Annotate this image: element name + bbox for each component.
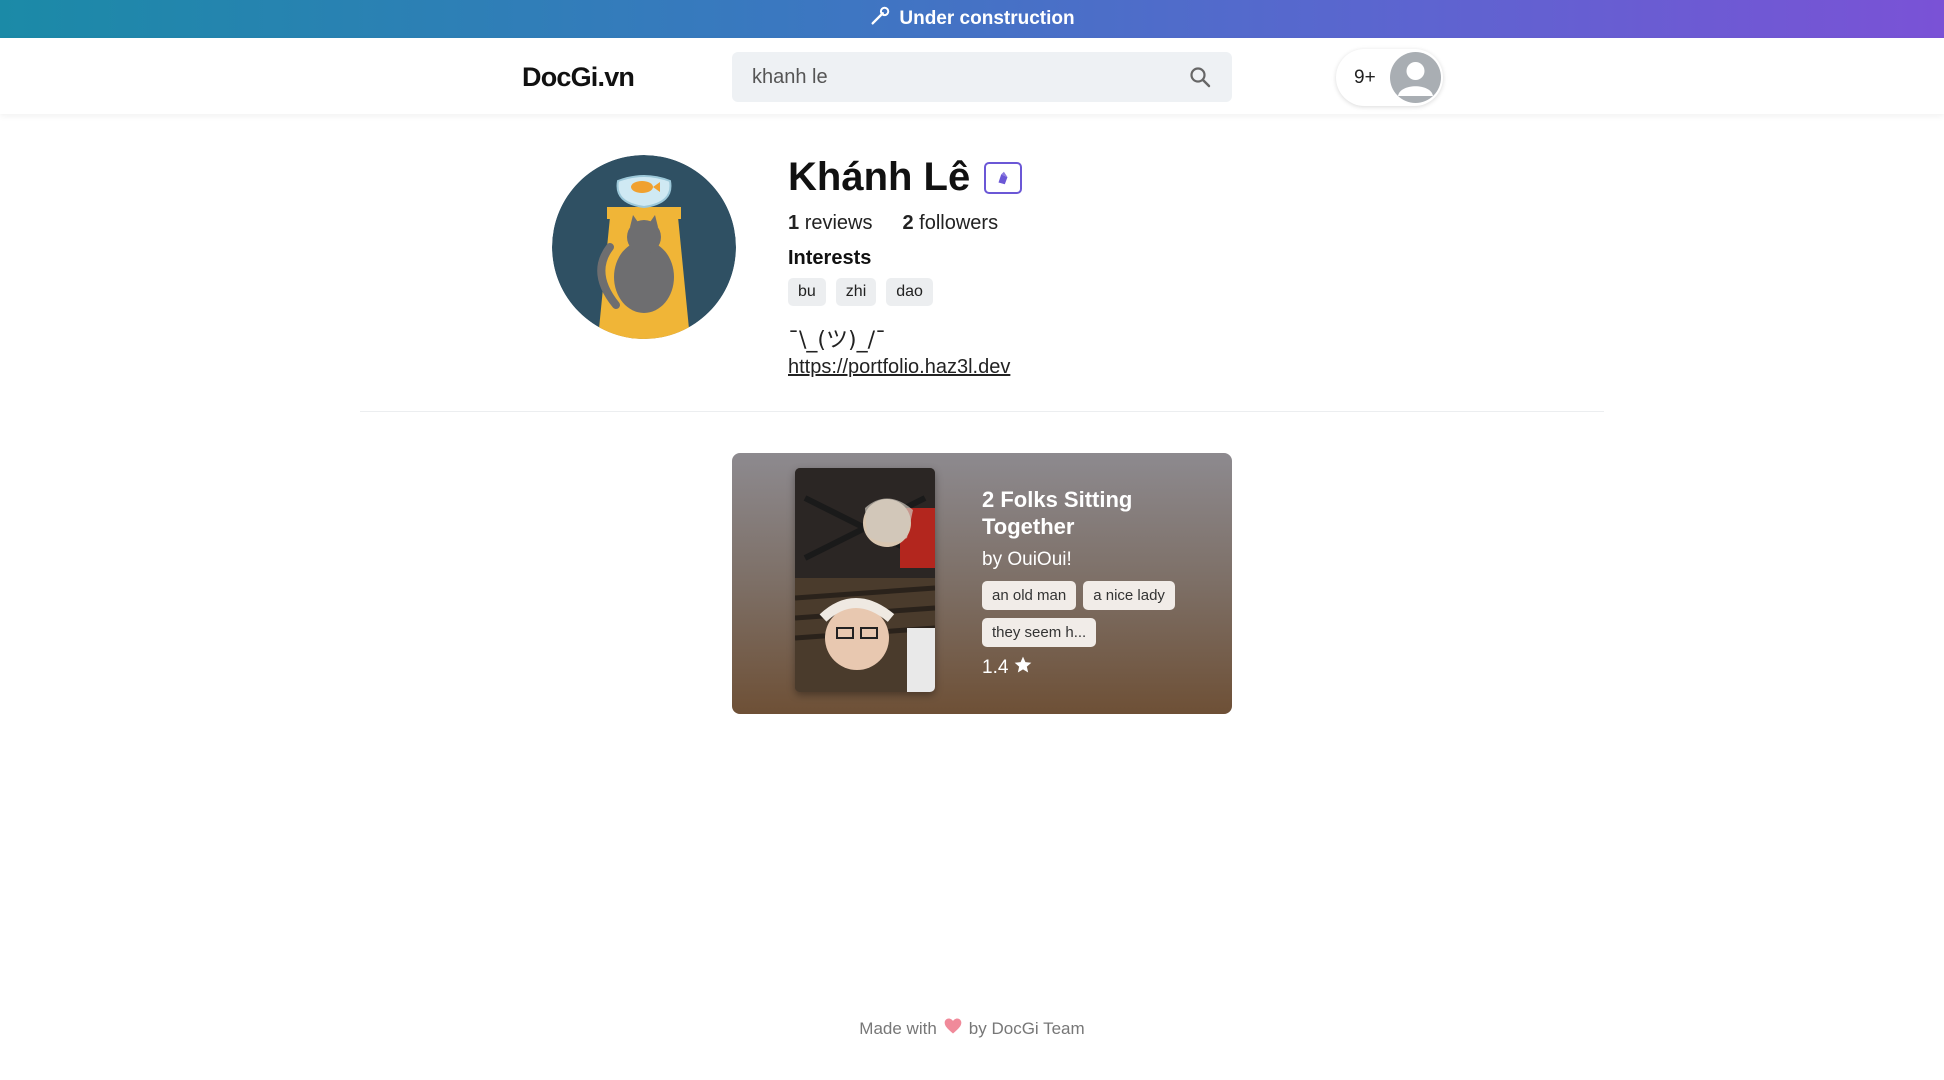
review-tag[interactable]: an old man: [982, 581, 1077, 610]
star-icon: [1013, 655, 1033, 681]
search-bar: [732, 52, 1232, 102]
review-tag[interactable]: they seem h...: [982, 618, 1097, 647]
reviews-stat[interactable]: 1 reviews: [788, 212, 872, 235]
reviews-label: reviews: [804, 212, 873, 234]
profile-name: Khánh Lê: [788, 155, 971, 199]
review-title[interactable]: 2 Folks Sitting Together: [982, 486, 1202, 540]
review-card[interactable]: 2 Folks Sitting Together by OuiOui! an o…: [732, 453, 1232, 714]
banner-text: Under construction: [899, 8, 1075, 29]
interest-tag[interactable]: bu: [788, 278, 826, 306]
footer-prefix: Made with: [859, 1018, 937, 1038]
wrench-icon: [869, 5, 891, 33]
profile-name-row: Khánh Lê: [788, 155, 1023, 200]
interest-tag[interactable]: dao: [886, 278, 933, 306]
rating-value: 1.4: [982, 657, 1009, 678]
profile-stats: 1 reviews 2 followers: [788, 212, 998, 235]
interest-tag[interactable]: zhi: [835, 278, 877, 306]
book-cover-image: [795, 468, 935, 692]
profile-avatar: [552, 155, 736, 339]
interests-heading: Interests: [788, 247, 872, 269]
profile-bio: ¯\_(ツ)_/¯: [788, 328, 886, 353]
section-divider: [360, 411, 1604, 412]
review-tag[interactable]: a nice lady: [1083, 581, 1175, 610]
top-header: DocGi.vn 9+: [0, 38, 1944, 114]
search-input[interactable]: [752, 65, 1188, 89]
search-icon[interactable]: [1188, 65, 1212, 89]
followers-stat[interactable]: 2 followers: [902, 212, 998, 235]
portfolio-link[interactable]: https://portfolio.haz3l.dev: [788, 356, 1010, 379]
interest-tags: bu zhi dao: [788, 278, 933, 306]
review-rating: 1.4: [982, 655, 1033, 681]
pen-badge-icon: [984, 161, 1023, 194]
user-avatar-icon: [1390, 52, 1441, 103]
review-author: by OuiOui!: [982, 549, 1072, 570]
followers-label: followers: [919, 212, 999, 234]
user-menu-button[interactable]: 9+: [1336, 49, 1443, 106]
reviews-count: 1: [788, 212, 800, 234]
review-tags: an old man a nice lady they seem h...: [982, 581, 1212, 647]
construction-banner: Under construction: [0, 0, 1944, 38]
footer: Made with by DocGi Team: [0, 1016, 1944, 1041]
heart-icon: [943, 1016, 963, 1041]
notification-count: 9+: [1354, 66, 1376, 88]
followers-count: 2: [902, 212, 914, 234]
footer-suffix: by DocGi Team: [968, 1018, 1085, 1038]
site-logo[interactable]: DocGi.vn: [522, 62, 635, 93]
